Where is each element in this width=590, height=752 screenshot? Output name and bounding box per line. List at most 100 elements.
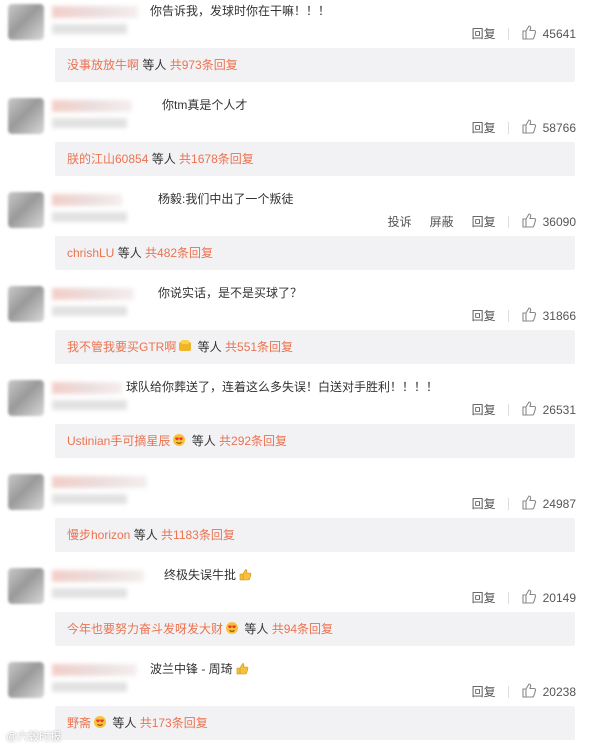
thumbs-up-icon <box>521 400 543 419</box>
reply-button[interactable]: 回复 <box>472 307 496 324</box>
thumbs-up-icon <box>521 118 543 137</box>
reply-button[interactable]: 回复 <box>472 589 496 606</box>
block-button[interactable]: 屏蔽 <box>430 213 454 230</box>
avatar[interactable] <box>8 474 44 510</box>
comment-text: 你说实话，是不是买球了？ <box>158 284 302 301</box>
reply-button[interactable]: 回复 <box>472 213 496 230</box>
avatar[interactable] <box>8 98 44 134</box>
comment-item: 你说实话，是不是买球了？ 回复 31866 我不管我要买GTR啊 等人 共551条回复 <box>0 282 590 376</box>
comment-item: 杨毅:我们中出了一个叛徒 投诉 屏蔽 回复 36090 chrishLU 等人 共482条… <box>0 188 590 282</box>
reply-user-link[interactable]: 今年也要努力奋斗发呀发大财 <box>67 622 223 636</box>
username-blurred[interactable] <box>52 476 147 488</box>
like-button[interactable]: 20149 <box>521 588 576 607</box>
reply-total-link[interactable]: 共551条回复 <box>225 340 293 354</box>
comment-actions: 回复 58766 <box>454 118 576 137</box>
like-button[interactable]: 45641 <box>521 24 576 43</box>
reply-button[interactable]: 回复 <box>472 495 496 512</box>
comment-text: 杨毅:我们中出了一个叛徒 <box>158 190 293 207</box>
avatar[interactable] <box>8 286 44 322</box>
reply-user-link[interactable]: 朕的江山60854 <box>67 152 148 166</box>
reply-mid-text: 等人 <box>148 152 180 166</box>
avatar[interactable] <box>8 568 44 604</box>
like-button[interactable]: 26531 <box>521 400 576 419</box>
reply-summary: Ustinian手可摘星辰 等人 共292条回复 <box>55 424 575 458</box>
username-blurred[interactable] <box>52 100 132 112</box>
user-meta-blurred <box>52 118 127 128</box>
reply-user-link[interactable]: 野斋 <box>67 716 91 730</box>
username-blurred[interactable] <box>52 570 144 582</box>
divider <box>507 27 509 40</box>
like-count: 26531 <box>542 402 576 417</box>
like-button[interactable]: 31866 <box>521 306 576 325</box>
username-blurred[interactable] <box>52 382 122 394</box>
comment-text: 终极失误牛批 <box>164 566 254 583</box>
reply-user-link[interactable]: 慢步horizon <box>67 528 130 542</box>
comment-text-content: 你tm真是个人才 <box>162 98 248 112</box>
username-blurred[interactable] <box>52 664 137 676</box>
comment-actions: 回复 20238 <box>454 682 576 701</box>
username-blurred[interactable] <box>52 6 138 18</box>
reply-summary: 慢步horizon 等人 共1183条回复 <box>55 518 575 552</box>
comment-item: 终极失误牛批回复 20149 今年也要努力奋斗发呀发大财 等人 共94条回复 <box>0 564 590 658</box>
avatar[interactable] <box>8 380 44 416</box>
thumbs-up-icon <box>521 588 543 607</box>
report-button[interactable]: 投诉 <box>388 213 412 230</box>
comment-text: 球队给你葬送了，连着这么多失误！白送对手胜利！！！！ <box>126 378 438 395</box>
like-count: 36090 <box>542 214 576 229</box>
divider <box>507 121 509 134</box>
reply-button[interactable]: 回复 <box>472 119 496 136</box>
avatar[interactable] <box>8 662 44 698</box>
like-button[interactable]: 20238 <box>521 682 576 701</box>
comment-text: 你告诉我，发球时你在干嘛！！！ <box>150 2 330 19</box>
thumbs-up-icon <box>236 568 254 582</box>
reply-button[interactable]: 回复 <box>472 401 496 418</box>
comment-text-content: 你告诉我，发球时你在干嘛！！！ <box>150 4 331 18</box>
like-button[interactable]: 58766 <box>521 118 576 137</box>
reply-summary: 朕的江山60854 等人 共1678条回复 <box>55 142 575 176</box>
reply-mid-text: 等人 <box>241 622 272 636</box>
comment-text-content: 波兰中锋 - 周琦 <box>150 662 233 676</box>
user-meta-blurred <box>52 306 127 316</box>
like-button[interactable]: 36090 <box>521 212 576 231</box>
comment-actions: 投诉 屏蔽 回复 36090 <box>370 212 576 231</box>
reply-mid-text: 等人 <box>130 528 162 542</box>
reply-total-link[interactable]: 共173条回复 <box>140 716 208 730</box>
like-count: 45641 <box>542 26 576 41</box>
reply-button[interactable]: 回复 <box>472 25 496 42</box>
reply-total-link[interactable]: 共973条回复 <box>170 58 238 72</box>
divider <box>507 497 509 510</box>
comment-item: 你tm真是个人才回复 58766 朕的江山60854 等人 共1678条回复 <box>0 94 590 188</box>
divider <box>507 685 509 698</box>
like-count: 58766 <box>542 120 576 135</box>
reply-summary: 没事放放牛啊 等人 共973条回复 <box>55 48 575 82</box>
divider <box>507 309 509 322</box>
comment-text-content: 你说实话，是不是买球了？ <box>158 286 303 300</box>
reply-user-link[interactable]: chrishLU <box>67 246 114 260</box>
like-count: 20238 <box>542 684 576 699</box>
reply-mid-text: 等人 <box>194 340 226 354</box>
username-blurred[interactable] <box>52 288 134 300</box>
comment-actions: 回复 26531 <box>454 400 576 419</box>
username-blurred[interactable] <box>52 194 122 206</box>
reply-total-link[interactable]: 共1678条回复 <box>179 152 254 166</box>
thumbs-up-icon <box>521 24 543 43</box>
divider <box>507 215 509 228</box>
thumbs-up-icon <box>233 662 251 676</box>
comment-text-content: 终极失误牛批 <box>164 568 237 582</box>
reply-user-link[interactable]: 我不管我要买GTR啊 <box>67 340 176 354</box>
reply-user-link[interactable]: 没事放放牛啊 <box>67 58 139 72</box>
avatar[interactable] <box>8 192 44 228</box>
reply-total-link[interactable]: 共1183条回复 <box>161 528 235 542</box>
reply-mid-text: 等人 <box>109 716 140 730</box>
avatar[interactable] <box>8 4 44 40</box>
reply-total-link[interactable]: 共482条回复 <box>145 246 213 260</box>
reply-total-link[interactable]: 共292条回复 <box>219 434 287 448</box>
reply-total-link[interactable]: 共94条回复 <box>272 622 333 636</box>
thumbs-up-icon <box>521 494 543 513</box>
reply-button[interactable]: 回复 <box>472 683 496 700</box>
reply-mid-text: 等人 <box>188 434 220 448</box>
like-button[interactable]: 24987 <box>521 494 576 513</box>
reply-user-link[interactable]: Ustinian手可摘星辰 <box>67 434 170 448</box>
comment-actions: 回复 24987 <box>454 494 576 513</box>
gold-coin-icon <box>176 340 194 354</box>
